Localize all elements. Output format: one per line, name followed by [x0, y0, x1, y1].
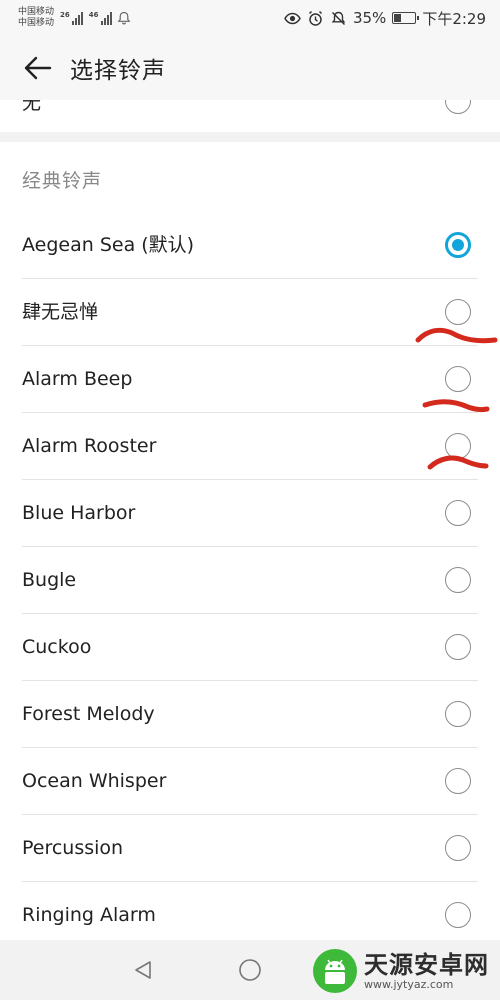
ringtone-label: Forest Melody [22, 703, 155, 725]
ringtone-row[interactable]: Alarm Beep [0, 346, 500, 413]
ringtone-row[interactable]: Forest Melody [0, 681, 500, 748]
section-header: 经典铃声 [22, 170, 103, 192]
status-right: 35% 下午2:29 [284, 8, 486, 29]
ringtone-row[interactable]: Percussion [0, 815, 500, 882]
ringtone-row[interactable]: Ocean Whisper [0, 748, 500, 815]
status-left: 中国移动 中国移动 26 46 [18, 7, 133, 29]
ringtone-label: Blue Harbor [22, 502, 136, 524]
android-logo-icon [313, 949, 357, 993]
status-bar: 中国移动 中国移动 26 46 35% 下午2:29 [0, 0, 500, 36]
radio-unselected-icon[interactable] [445, 366, 471, 392]
ringtone-row[interactable]: 肆无忌惮 [0, 279, 500, 346]
radio-unselected-icon[interactable] [445, 835, 471, 861]
radio-unselected-icon[interactable] [445, 768, 471, 794]
ringtone-row[interactable]: Cuckoo [0, 614, 500, 681]
radio-unselected-icon[interactable] [445, 567, 471, 593]
circle-home-icon [239, 959, 261, 981]
ringtone-label: Ocean Whisper [22, 770, 167, 792]
nav-home-button[interactable] [235, 955, 265, 985]
radio-unselected-icon[interactable] [445, 701, 471, 727]
radio-unselected-icon[interactable] [445, 634, 471, 660]
radio-unselected-icon[interactable] [445, 299, 471, 325]
ringtone-none-label: 无 [22, 100, 42, 114]
network-type-2: 46 [88, 11, 99, 19]
carrier-2: 中国移动 [18, 18, 55, 28]
back-button[interactable] [18, 48, 58, 88]
ringtone-row[interactable]: Blue Harbor [0, 480, 500, 547]
ringtone-label: Bugle [22, 569, 77, 591]
clock: 下午2:29 [422, 9, 486, 28]
ringtone-none-radio[interactable] [445, 100, 471, 114]
alarm-clock-icon [307, 10, 324, 27]
ringtone-row[interactable]: Alarm Rooster [0, 413, 500, 480]
ringtone-label: Percussion [22, 837, 124, 859]
network-type-1: 26 [60, 11, 70, 19]
app-bar: 选择铃声 [0, 36, 500, 100]
watermark-url: www.jytyaz.com [364, 977, 454, 991]
ringtone-label: Alarm Beep [22, 368, 133, 390]
ringtone-label: Aegean Sea (默认) [22, 234, 195, 256]
battery-icon [392, 12, 420, 24]
page-title: 选择铃声 [70, 58, 166, 84]
carrier-1: 中国移动 [18, 7, 55, 17]
ringtone-card-none: 无 [0, 100, 500, 132]
back-arrow-icon [24, 56, 52, 80]
carrier-names: 中国移动 中国移动 [18, 7, 54, 29]
radio-unselected-icon[interactable] [445, 902, 471, 928]
watermark-text: 天源安卓网 www.jytyaz.com [364, 952, 489, 991]
ringtone-row[interactable]: Bugle [0, 547, 500, 614]
radio-selected-icon[interactable] [445, 232, 471, 258]
mute-bell-icon [330, 10, 347, 27]
watermark-title: 天源安卓网 [364, 950, 489, 979]
ringtone-label: Ringing Alarm [22, 904, 156, 926]
ringtone-row[interactable]: Aegean Sea (默认) [0, 212, 500, 279]
radio-unselected-icon[interactable] [445, 433, 471, 459]
eye-icon [284, 10, 301, 27]
signal-2-icon: 46 [89, 11, 112, 25]
triangle-back-icon [135, 961, 151, 979]
notification-bell-icon [116, 10, 133, 27]
ringtone-row[interactable]: Ringing Alarm [0, 882, 500, 940]
signal-1-icon: 26 [60, 11, 83, 25]
radio-unselected-icon[interactable] [445, 500, 471, 526]
ringtone-label: 肆无忌惮 [22, 301, 99, 323]
classic-ringtones-card: 经典铃声 Aegean Sea (默认) 肆无忌惮 Alarm Beep Alarm … [0, 142, 500, 940]
ringtone-label: Alarm Rooster [22, 435, 157, 457]
battery-percent: 35% [352, 9, 387, 27]
nav-back-button[interactable] [128, 955, 158, 985]
watermark: 天源安卓网 www.jytyaz.com [312, 946, 500, 996]
ringtone-label: Cuckoo [22, 636, 92, 658]
